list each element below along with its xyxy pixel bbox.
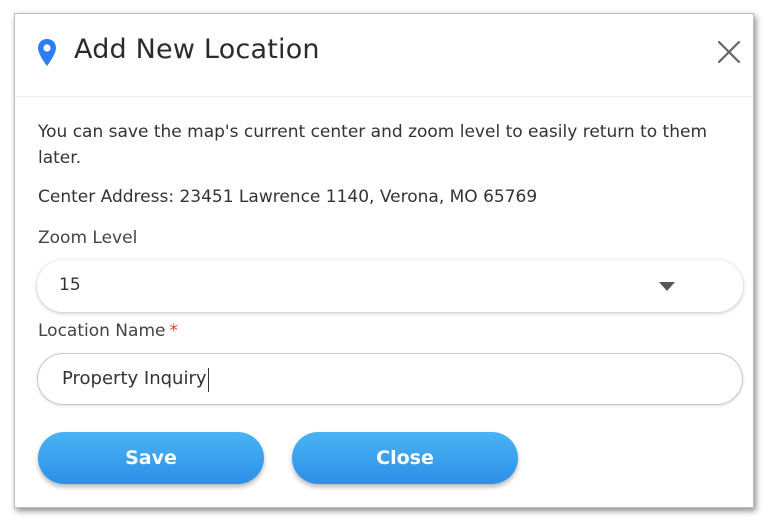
dialog-title: Add New Location xyxy=(74,34,320,65)
required-asterisk: * xyxy=(169,321,178,341)
zoom-level-value: 15 xyxy=(59,275,81,295)
location-name-label-text: Location Name xyxy=(38,321,166,341)
location-name-value: Property Inquiry xyxy=(62,368,209,392)
close-button[interactable]: Close xyxy=(292,432,518,484)
zoom-level-select[interactable]: 15 xyxy=(37,260,743,312)
dialog-description: You can save the map's current center an… xyxy=(38,122,708,168)
location-name-label: Location Name * xyxy=(38,321,178,341)
map-pin-icon xyxy=(37,38,57,68)
save-button[interactable]: Save xyxy=(38,432,264,484)
zoom-level-label: Zoom Level xyxy=(38,228,138,248)
location-name-input[interactable]: Property Inquiry xyxy=(37,353,743,405)
center-address: Center Address: 23451 Lawrence 1140, Ver… xyxy=(38,187,538,207)
dialog-header: Add New Location xyxy=(15,14,753,97)
close-icon[interactable] xyxy=(715,38,743,66)
caret-down-icon xyxy=(659,282,675,291)
add-location-dialog: Add New Location You can save the map's … xyxy=(14,13,754,508)
